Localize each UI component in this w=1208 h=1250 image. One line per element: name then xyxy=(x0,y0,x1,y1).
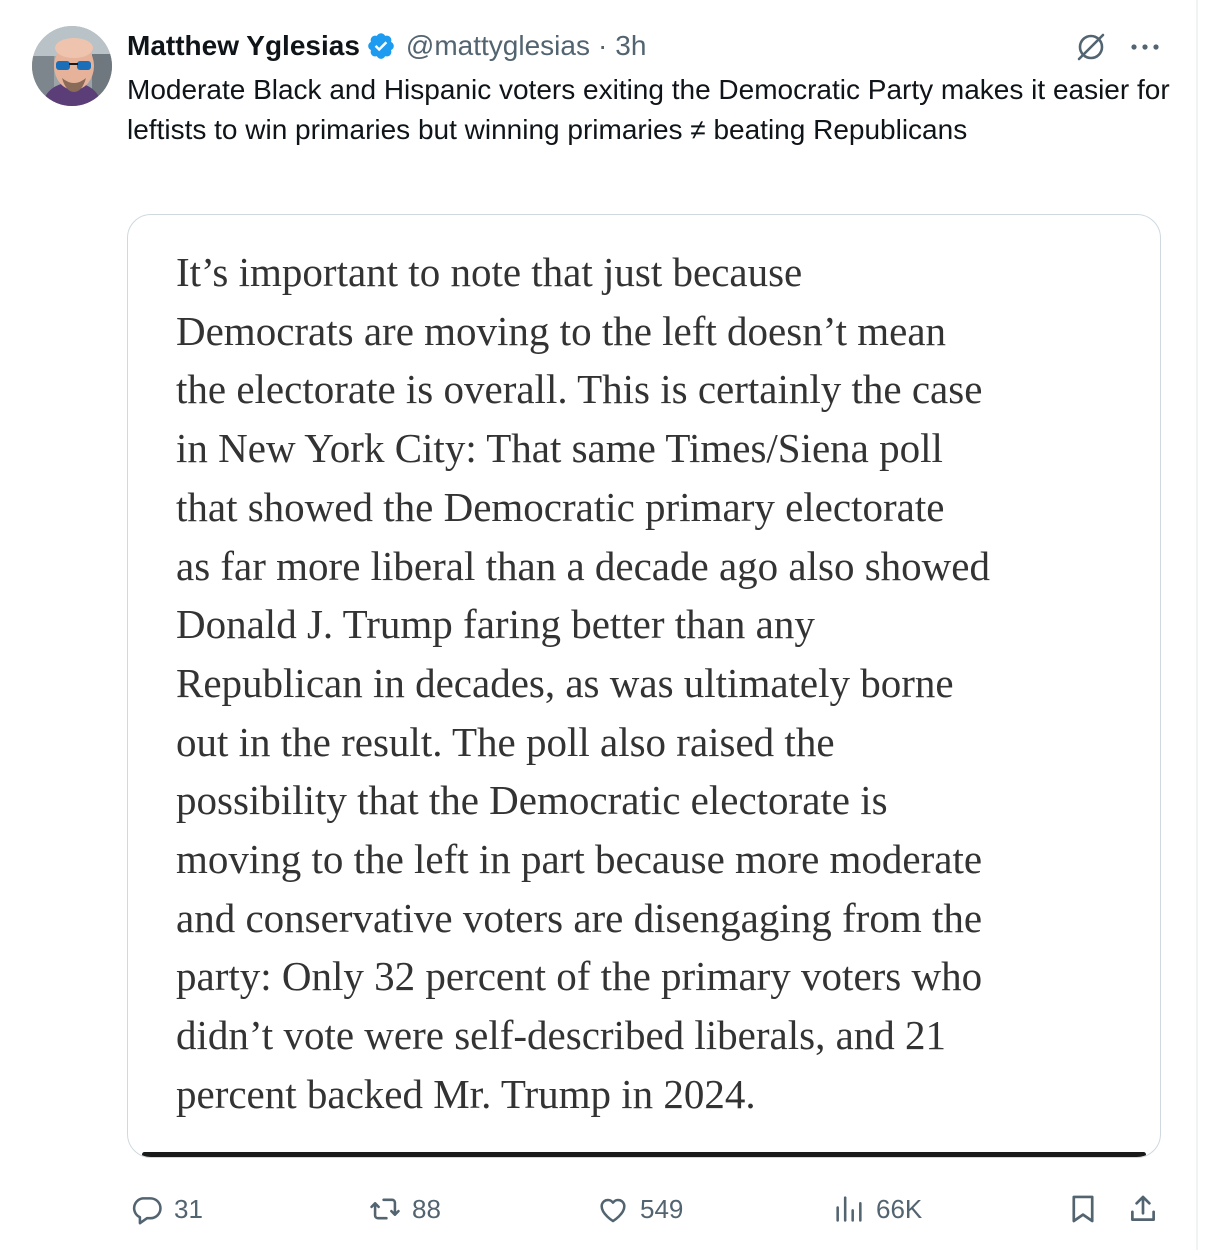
excerpt-line: It’s important to note that just because xyxy=(176,249,803,295)
author-avatar[interactable] xyxy=(32,26,112,106)
excerpt-line: percent backed Mr. Trump in 2024. xyxy=(176,1070,756,1117)
tweet-text: Moderate Black and Hispanic voters exiti… xyxy=(127,74,1170,145)
reply-button[interactable]: 31 xyxy=(130,1185,203,1233)
header-separator: · xyxy=(597,30,608,61)
share-icon xyxy=(1131,1195,1155,1221)
excerpt-line: Republican in decades, as was ultimately… xyxy=(176,659,954,706)
heart-icon xyxy=(600,1198,626,1223)
excerpt-line: party: Only 32 percent of the primary vo… xyxy=(176,953,983,1000)
article-excerpt: It’s important to note that just because… xyxy=(176,243,1136,1124)
view-count: 66K xyxy=(876,1193,923,1224)
excerpt-line: possibility that the Democratic electora… xyxy=(176,777,888,824)
repost-count: 88 xyxy=(412,1193,441,1224)
verified-badge-icon[interactable] xyxy=(366,31,396,61)
bookmark-button[interactable] xyxy=(1066,1185,1100,1233)
excerpt-line: that showed the Democratic primary elect… xyxy=(176,483,945,530)
excerpt-line: didn’t vote were self-described liberals… xyxy=(176,1012,947,1059)
excerpt-line: and conservative voters are disengaging … xyxy=(176,894,983,941)
author-handle[interactable]: @mattyglesias xyxy=(406,30,590,62)
excerpt-line: moving to the left in part because more … xyxy=(176,836,983,883)
excerpt-line: Democrats are moving to the left doesn’t… xyxy=(176,307,947,354)
grok-icon[interactable] xyxy=(1074,30,1108,64)
tweet-timestamp[interactable]: 3h xyxy=(615,30,646,62)
reply-icon xyxy=(132,1197,162,1225)
excerpt-line: the electorate is overall. This is certa… xyxy=(176,366,983,413)
excerpt-line: Donald J. Trump faring better than any xyxy=(176,601,815,648)
repost-button[interactable]: 88 xyxy=(368,1185,441,1233)
bookmark-icon xyxy=(1072,1195,1094,1223)
excerpt-line: as far more liberal than a decade ago al… xyxy=(176,542,990,589)
author-display-name[interactable]: Matthew Yglesias xyxy=(127,30,360,62)
excerpt-line: out in the result. The poll also raised … xyxy=(176,718,835,765)
tweet-header: Matthew Yglesias @mattyglesias · 3h xyxy=(127,28,646,64)
like-count: 549 xyxy=(640,1193,684,1224)
avatar-photo-icon xyxy=(32,26,112,106)
more-options-icon[interactable] xyxy=(1128,36,1162,58)
views-button[interactable]: 66K xyxy=(832,1185,922,1233)
tweet-action-bar: 31 88 549 66K xyxy=(0,1185,1208,1233)
excerpt-line: in New York City: That same Times/Siena … xyxy=(176,425,943,472)
repost-icon xyxy=(370,1198,400,1220)
share-button[interactable] xyxy=(1126,1185,1160,1233)
reply-count: 31 xyxy=(174,1193,203,1224)
like-button[interactable]: 549 xyxy=(596,1185,683,1233)
media-bottom-edge xyxy=(142,1152,1146,1157)
timeline-border xyxy=(1196,0,1198,1250)
tweet-media-image[interactable]: It’s important to note that just because… xyxy=(127,214,1161,1158)
views-chart-icon xyxy=(836,1196,862,1222)
